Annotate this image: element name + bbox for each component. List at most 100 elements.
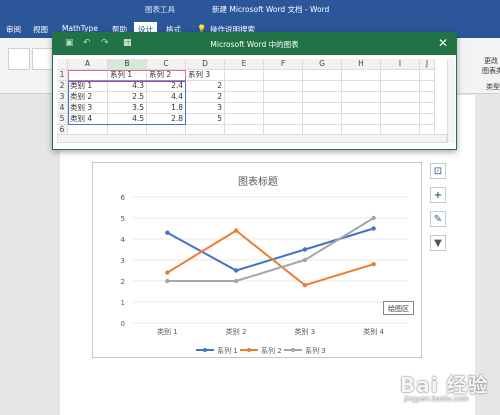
column-header[interactable]: D <box>186 59 225 70</box>
tab-review[interactable]: 审阅 <box>6 24 21 35</box>
spreadsheet-cell[interactable] <box>264 92 303 103</box>
spreadsheet-cell[interactable] <box>342 114 381 125</box>
data-point[interactable] <box>302 257 308 263</box>
horizontal-scrollbar[interactable] <box>57 134 447 143</box>
data-point[interactable] <box>233 268 239 273</box>
data-point[interactable] <box>233 278 239 284</box>
column-header[interactable]: F <box>264 59 303 70</box>
watermark-logo: Bai 经验 jingyan.baidu.com <box>378 363 490 409</box>
chart-styles-icon[interactable]: ✎ <box>430 211 446 227</box>
chart-data-spreadsheet-window[interactable]: ▣ ↶ ↷ ▦ Microsoft Word 中的图表 ✕ ABCDEFGHIJ… <box>52 32 457 150</box>
data-point[interactable] <box>302 247 308 252</box>
x-tick-label: 类别 1 <box>157 327 178 336</box>
spreadsheet-cell[interactable] <box>303 81 342 92</box>
spreadsheet-cell[interactable] <box>303 103 342 114</box>
spreadsheet-cell[interactable] <box>225 114 264 125</box>
spreadsheet-cell[interactable] <box>420 92 435 103</box>
spreadsheet-cell[interactable] <box>303 92 342 103</box>
chart-object[interactable]: 图表标题 0 1 2 3 4 5 6 类别 1 类别 2 类别 3 类别 4 系列 1 系列 2 系列… <box>92 162 422 358</box>
column-header[interactable]: H <box>342 59 381 70</box>
document-title: 新建 Microsoft Word 文档 - Word <box>212 5 330 14</box>
spreadsheet-cell[interactable]: 5 <box>186 114 225 125</box>
vertical-scrollbar[interactable] <box>447 59 455 143</box>
spreadsheet-cell[interactable] <box>225 92 264 103</box>
spreadsheet-cell[interactable]: 3 <box>186 103 225 114</box>
legend-label: 系列 2 <box>261 346 282 355</box>
spreadsheet-cell[interactable] <box>342 81 381 92</box>
y-tick-label: 1 <box>121 299 125 307</box>
spreadsheet-cell[interactable]: 2 <box>186 81 225 92</box>
ribbon-group-label: 类型 <box>486 83 500 91</box>
column-header[interactable]: A <box>68 59 108 70</box>
select-all-corner[interactable] <box>57 59 68 70</box>
spreadsheet-cell[interactable] <box>420 103 435 114</box>
row-header[interactable]: 4 <box>57 103 68 114</box>
x-tick-label: 类别 3 <box>295 327 316 336</box>
line-chart: 图表标题 0 1 2 3 4 5 6 类别 1 类别 2 类别 3 类别 4 系列 1 系列 2 系列… <box>121 175 408 355</box>
x-tick-label: 类别 4 <box>363 327 384 336</box>
word-title-bar: 图表工具 新建 Microsoft Word 文档 - Word <box>0 0 500 20</box>
spreadsheet-cell[interactable] <box>303 70 342 81</box>
row-header[interactable]: 5 <box>57 114 68 125</box>
add-chart-element-icon[interactable]: + <box>430 187 446 203</box>
x-tick-label: 类别 2 <box>226 327 247 336</box>
chart-style-thumbnail[interactable] <box>32 48 54 70</box>
spreadsheet-cell[interactable]: 2 <box>186 92 225 103</box>
data-point[interactable] <box>165 278 170 284</box>
layout-options-icon[interactable]: ⊡ <box>430 163 446 179</box>
column-header[interactable]: J <box>420 59 435 70</box>
row-header[interactable]: 3 <box>57 92 68 103</box>
spreadsheet-cell[interactable] <box>420 114 435 125</box>
column-header[interactable]: B <box>108 59 147 70</box>
data-point[interactable] <box>371 262 376 267</box>
change-chart-type-button[interactable]: 更改 <box>484 56 498 66</box>
legend-marker-dot <box>203 348 207 352</box>
spreadsheet-cell[interactable] <box>420 81 435 92</box>
spreadsheet-cell[interactable] <box>264 70 303 81</box>
spreadsheet-cell[interactable] <box>264 103 303 114</box>
spreadsheet-cell[interactable] <box>225 103 264 114</box>
row-header[interactable]: 2 <box>57 81 68 92</box>
data-point[interactable] <box>371 226 376 231</box>
spreadsheet-cell[interactable] <box>381 81 420 92</box>
spreadsheet-cell[interactable] <box>225 70 264 81</box>
column-header[interactable]: I <box>381 59 420 70</box>
spreadsheet-cell[interactable] <box>342 70 381 81</box>
chart-title[interactable]: 图表标题 <box>238 175 278 188</box>
chart-style-thumbnail[interactable] <box>8 48 30 70</box>
spreadsheet-cell[interactable] <box>420 70 435 81</box>
data-point[interactable] <box>371 215 376 221</box>
y-tick-label: 5 <box>121 215 125 223</box>
y-tick-label: 0 <box>121 320 125 328</box>
tab-view[interactable]: 视图 <box>33 24 48 35</box>
plot-area-tooltip: 绘图区 <box>383 301 414 315</box>
spreadsheet-cell[interactable]: 系列 3 <box>186 70 225 81</box>
column-header[interactable]: C <box>147 59 186 70</box>
spreadsheet-cell[interactable] <box>381 103 420 114</box>
data-point[interactable] <box>165 230 170 235</box>
spreadsheet-cell[interactable] <box>381 114 420 125</box>
series-line[interactable] <box>166 227 374 272</box>
spreadsheet-cell[interactable] <box>381 70 420 81</box>
data-point[interactable] <box>302 283 308 288</box>
y-tick-label: 3 <box>121 257 125 265</box>
row-header[interactable]: 1 <box>57 70 68 81</box>
column-header[interactable]: E <box>225 59 264 70</box>
data-range-border <box>68 81 186 125</box>
close-icon[interactable]: ✕ <box>438 36 448 50</box>
spreadsheet-cell[interactable] <box>264 114 303 125</box>
spreadsheet-cell[interactable] <box>303 114 342 125</box>
chart-filter-icon[interactable]: ▼ <box>430 235 446 251</box>
y-tick-label: 4 <box>121 236 126 244</box>
spreadsheet-cell[interactable] <box>342 92 381 103</box>
spreadsheet-cell[interactable] <box>342 103 381 114</box>
spreadsheet-cell[interactable] <box>225 81 264 92</box>
data-point[interactable] <box>233 228 239 233</box>
contextual-tab-label: 图表工具 <box>145 5 175 14</box>
selected-range-border <box>68 70 186 81</box>
legend-label: 系列 3 <box>305 346 326 355</box>
column-header[interactable]: G <box>303 59 342 70</box>
data-point[interactable] <box>165 270 170 275</box>
spreadsheet-cell[interactable] <box>381 92 420 103</box>
spreadsheet-cell[interactable] <box>264 81 303 92</box>
